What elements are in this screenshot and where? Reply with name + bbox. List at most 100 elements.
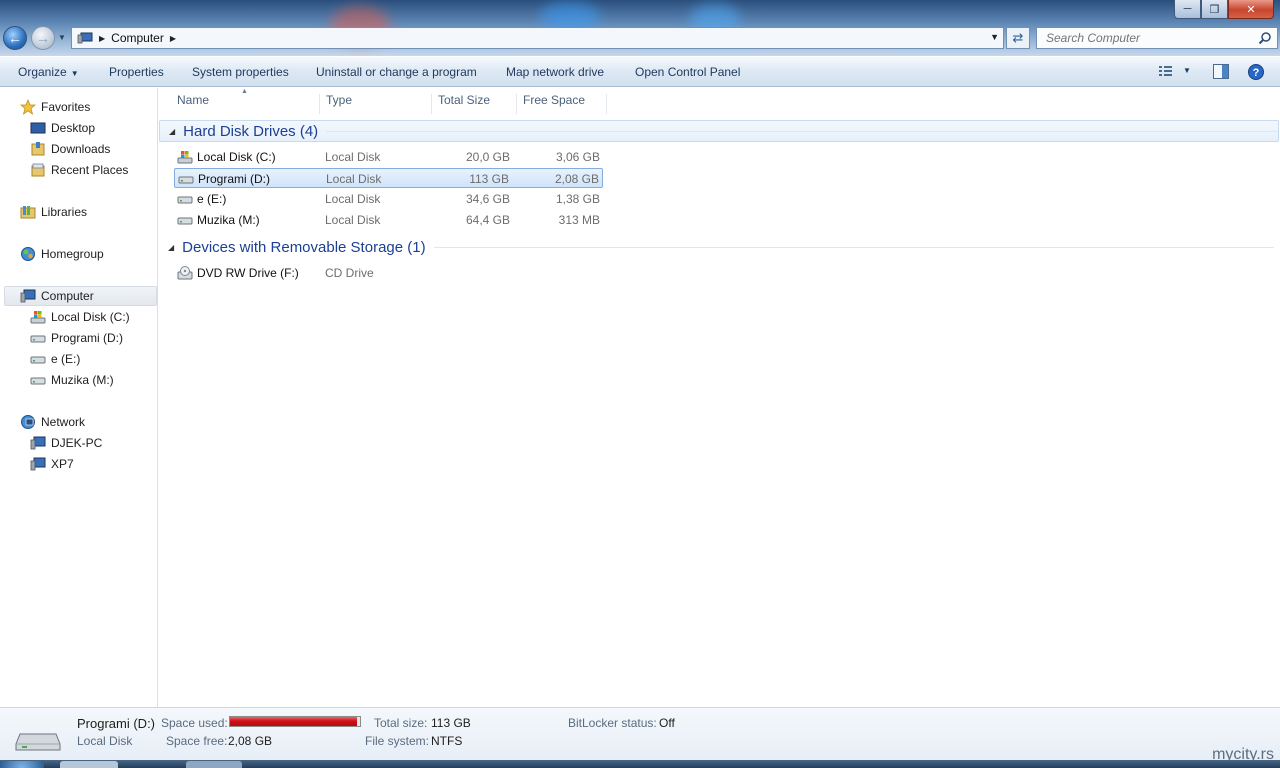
nav-drive-m[interactable]: Muzika (M:) [30,370,114,390]
libraries-icon [20,206,36,219]
collapse-group-icon[interactable]: ◢ [169,127,175,136]
table-row[interactable]: DVD RW Drive (F:) CD Drive [174,263,603,283]
drive-free-space: 2,08 GB [554,172,599,186]
minimize-button[interactable]: ─ [1174,0,1201,19]
forward-button[interactable]: → [31,26,55,50]
dvd-drive-icon [177,266,193,280]
preview-pane-icon[interactable] [1213,64,1229,79]
column-header-total-size[interactable]: Total Size [432,94,517,114]
address-bar[interactable]: ▶ Computer ▶ ▼ [71,27,1004,49]
drive-total-size: 34,6 GB [465,192,510,206]
space-free-value: 2,08 GB [228,734,273,748]
nav-favorites[interactable]: Favorites [20,97,90,117]
space-used-label: Space used: [161,716,228,730]
nav-network[interactable]: Network [20,412,85,432]
svg-text:?: ? [1253,67,1260,79]
drive-free-space: 313 MB [558,213,600,227]
breadcrumb-computer[interactable]: Computer [111,31,164,45]
group-header-removable-storage[interactable]: ◢ Devices with Removable Storage (1) [159,236,1274,258]
arrow-right-icon: → [36,30,50,46]
close-button[interactable]: ✕ [1228,0,1274,19]
view-options-dropdown-icon[interactable]: ▼ [1183,66,1191,75]
properties-button[interactable]: Properties [109,65,164,79]
search-box[interactable] [1036,27,1278,49]
drive-name: DVD RW Drive (F:) [197,266,299,280]
drive-name: Local Disk (C:) [197,150,276,164]
space-used-fill [230,717,358,726]
nav-label: Favorites [41,100,91,114]
bitlocker-label: BitLocker status: [568,716,657,730]
nav-recent-places[interactable]: Recent Places [30,160,128,180]
hard-drive-icon [178,176,194,184]
computer-icon [20,289,36,303]
nav-libraries[interactable]: Libraries [20,202,87,222]
hard-drive-icon [30,356,46,364]
selected-drive-type: Local Disk [77,734,133,748]
drive-total-size: 113 GB [469,172,509,186]
nav-drive-d[interactable]: Programi (D:) [30,328,123,348]
group-header-hard-disk-drives[interactable]: ◢ Hard Disk Drives (4) [159,120,1279,142]
table-row[interactable]: Muzika (M:) Local Disk 64,4 GB 313 MB [174,210,603,230]
open-control-panel-button[interactable]: Open Control Panel [635,65,740,79]
nav-label: XP7 [51,457,74,471]
hard-drive-icon [30,335,46,343]
nav-label: Downloads [51,142,111,156]
column-header-name[interactable]: Name [171,94,320,114]
refresh-icon: ⇄ [1012,30,1024,45]
column-header-free-space[interactable]: Free Space [517,94,607,114]
help-icon[interactable]: ? [1248,64,1264,80]
nav-desktop[interactable]: Desktop [30,118,95,138]
nav-label: Muzika (M:) [51,373,114,387]
nav-network-xp7[interactable]: XP7 [30,454,74,474]
nav-label: Desktop [51,121,96,135]
nav-drive-e[interactable]: e (E:) [30,349,80,369]
total-size-value: 113 GB [431,716,471,730]
group-title: Hard Disk Drives (4) [183,122,319,140]
breadcrumb-separator-icon[interactable]: ▶ [170,34,176,43]
search-input[interactable] [1037,31,1247,45]
start-button[interactable] [0,761,44,768]
table-row-selected[interactable]: Programi (D:) Local Disk 113 GB 2,08 GB [174,168,603,188]
group-title: Devices with Removable Storage (1) [182,238,426,256]
total-size-label: Total size: [374,716,428,730]
nav-drive-c[interactable]: Local Disk (C:) [30,307,130,327]
address-dropdown-icon[interactable]: ▼ [990,32,999,42]
nav-downloads[interactable]: Downloads [30,139,110,159]
selected-drive-name: Programi (D:) [77,716,156,731]
space-free-label: Space free: [166,734,228,748]
taskbar-item[interactable] [60,761,118,768]
nav-label: Recent Places [51,163,129,177]
file-system-label: File system: [365,734,430,748]
star-icon [20,99,36,115]
map-network-drive-button[interactable]: Map network drive [506,65,604,79]
nav-network-djek-pc[interactable]: DJEK-PC [30,433,102,453]
nav-homegroup[interactable]: Homegroup [20,244,104,264]
chevron-down-icon: ▼ [70,69,79,78]
close-icon: ✕ [1246,3,1256,16]
table-row[interactable]: e (E:) Local Disk 34,6 GB 1,38 GB [174,189,603,209]
refresh-button[interactable]: ⇄ [1006,27,1030,49]
hard-drive-icon [30,377,46,385]
navigation-pane: Favorites Desktop Downloads Recent Place… [0,88,158,707]
taskbar-item[interactable] [186,761,242,768]
nav-computer[interactable]: Computer [4,286,157,306]
hard-drive-icon [177,217,193,225]
restore-button[interactable]: ❐ [1201,0,1228,19]
nav-label: Libraries [41,205,88,219]
back-button[interactable]: ← [3,26,27,50]
collapse-group-icon[interactable]: ◢ [168,243,174,252]
computer-icon [77,32,93,44]
table-row[interactable]: Local Disk (C:) Local Disk 20,0 GB 3,06 … [174,147,603,167]
column-header-type[interactable]: Type [320,94,432,114]
nav-label: Computer [41,289,94,303]
breadcrumb-separator-icon[interactable]: ▶ [99,34,105,43]
desktop-icon [30,122,46,134]
organize-menu[interactable]: Organize ▼ [18,65,79,79]
search-icon[interactable] [1258,31,1272,45]
change-view-icon[interactable] [1158,64,1174,78]
details-pane: Programi (D:) Local Disk Space used: Spa… [0,707,1280,763]
drive-name: Muzika (M:) [197,213,260,227]
recent-pages-dropdown[interactable]: ▼ [58,33,66,42]
system-properties-button[interactable]: System properties [192,65,289,79]
uninstall-program-button[interactable]: Uninstall or change a program [316,65,477,79]
